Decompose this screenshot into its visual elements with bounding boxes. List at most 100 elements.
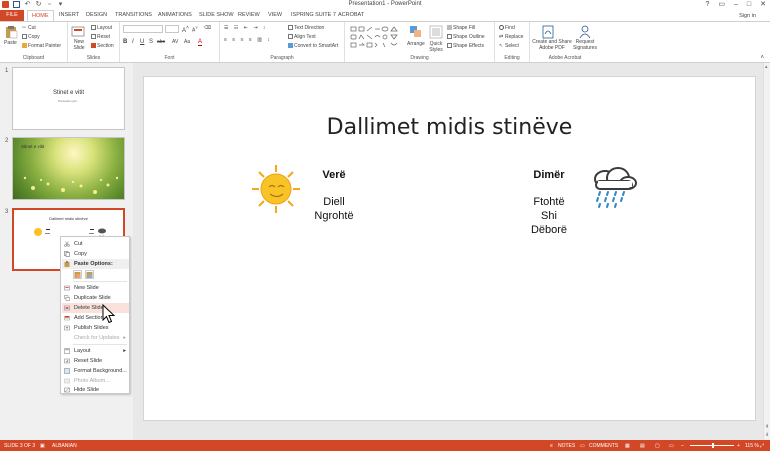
sign-in-link[interactable]: Sign in [739, 13, 756, 19]
scroll-up-icon[interactable]: ▴ [765, 64, 768, 70]
summer-item-warm[interactable]: Ngrohtë [294, 210, 374, 222]
paste-use-destination-icon[interactable] [73, 270, 82, 279]
summer-heading[interactable]: Verë [294, 169, 374, 181]
tab-design[interactable]: DESIGN [86, 12, 107, 18]
comments-button[interactable]: COMMENTS [589, 443, 618, 449]
tab-file[interactable]: FILE [0, 10, 24, 21]
char-spacing-button[interactable]: AV [172, 39, 178, 45]
arrange-button[interactable]: Arrange [407, 41, 425, 47]
replace-button[interactable]: ⇄ Replace [499, 34, 523, 40]
reading-view-icon[interactable]: ▢ [655, 443, 660, 449]
request-signatures-button[interactable]: Request Signatures [572, 39, 598, 51]
section-button[interactable]: Section [91, 43, 114, 49]
menu-cut[interactable]: Cut [62, 239, 129, 249]
quick-styles-button[interactable]: Quick Styles [427, 41, 445, 53]
tab-insert[interactable]: INSERT [59, 12, 79, 18]
font-color-button[interactable]: A [198, 39, 203, 46]
menu-publish-slides[interactable]: Publish Slides [62, 323, 129, 333]
slideshow-icon[interactable]: ▭ [669, 443, 674, 449]
bold-button[interactable]: B [123, 39, 127, 45]
language-status[interactable]: ALBANIAN [52, 443, 77, 449]
fit-slide-icon[interactable]: ⤢ [760, 443, 764, 449]
quick-styles-icon[interactable] [429, 25, 443, 39]
arrange-icon[interactable] [409, 25, 423, 39]
ribbon-display-button[interactable]: ▭ [718, 1, 725, 8]
menu-add-section[interactable]: Add Section [62, 313, 129, 323]
select-button[interactable]: ↖ Select [499, 43, 519, 49]
slide-thumbnail-1[interactable]: Stinet e vitit Prezantim për... [12, 67, 125, 130]
tab-view[interactable]: VIEW [268, 12, 282, 18]
create-pdf-icon[interactable] [541, 25, 555, 39]
menu-reset-slide[interactable]: Reset Slide [62, 356, 129, 366]
format-painter-button[interactable]: Format Painter [22, 43, 61, 49]
slide-sorter-icon[interactable]: ▤ [640, 443, 645, 449]
menu-hide-slide[interactable]: Hide Slide [62, 385, 129, 394]
convert-smartart-button[interactable]: Convert to SmartArt [288, 43, 338, 49]
shape-effects-button[interactable]: Shape Effects [447, 43, 484, 49]
paste-button[interactable]: Paste [4, 40, 17, 46]
paste-picture-icon[interactable] [85, 270, 94, 279]
clear-format-icon[interactable]: ⌫ [204, 25, 211, 31]
menu-duplicate-slide[interactable]: Duplicate Slide [62, 293, 129, 303]
shapes-gallery[interactable] [349, 25, 405, 49]
find-button[interactable]: Find [499, 25, 515, 31]
change-case-button[interactable]: Aa [184, 39, 190, 45]
winter-item-rain[interactable]: Shi [509, 210, 589, 222]
close-button[interactable]: ✕ [760, 1, 766, 8]
copy-button[interactable]: Copy [22, 34, 40, 40]
vertical-scrollbar[interactable]: ▴ ⇞ ⇟ [763, 63, 770, 440]
request-signatures-icon[interactable] [578, 25, 592, 39]
zoom-in-icon[interactable]: + [737, 443, 740, 449]
cut-button[interactable]: ✂ Cut [22, 25, 36, 31]
tab-slide-show[interactable]: SLIDE SHOW [199, 12, 234, 18]
align-buttons[interactable]: ≡ ≡ ≡ ≡ ▥ ↕ [224, 37, 272, 43]
font-name-dropdown[interactable] [123, 25, 163, 33]
menu-copy[interactable]: Copy [62, 249, 129, 259]
menu-delete-slide[interactable]: Delete Slide [62, 303, 129, 313]
next-slide-icon[interactable]: ⇟ [765, 432, 769, 438]
font-size-dropdown[interactable] [165, 25, 179, 33]
new-slide-icon[interactable] [71, 25, 85, 39]
new-slide-button[interactable]: New Slide [70, 39, 88, 51]
layout-button[interactable]: Layout [91, 25, 112, 31]
align-text-button[interactable]: Align Text [288, 34, 316, 40]
tab-transitions[interactable]: TRANSITIONS [115, 12, 152, 18]
zoom-slider-thumb[interactable] [712, 443, 714, 448]
reset-button[interactable]: Reset [91, 34, 110, 40]
tab-animations[interactable]: ANIMATIONS [158, 12, 192, 18]
shadow-button[interactable]: S [149, 39, 153, 45]
tab-acrobat[interactable]: ACROBAT [338, 12, 364, 18]
zoom-level[interactable]: 115 % [745, 443, 759, 449]
slide-title[interactable]: Dallimet midis stinëve [144, 115, 755, 140]
underline-button[interactable]: U [140, 39, 144, 45]
minimize-button[interactable]: – [734, 1, 738, 8]
paste-icon[interactable] [4, 25, 18, 39]
shape-outline-button[interactable]: Shape Outline [447, 34, 485, 40]
winter-item-cold[interactable]: Ftohtë [509, 196, 589, 208]
strikethrough-button[interactable]: abc [157, 39, 165, 45]
menu-layout[interactable]: Layout ▸ [62, 346, 129, 356]
notes-button[interactable]: NOTES [558, 443, 575, 449]
maximize-button[interactable]: □ [747, 1, 751, 8]
create-share-pdf-button[interactable]: Create and Share Adobe PDF [532, 39, 572, 51]
tab-ispring-suite[interactable]: ISPRING SUITE 7 [291, 12, 336, 18]
text-direction-button[interactable]: Text Direction [288, 25, 324, 31]
slide-thumbnail-2[interactable]: Stinet e vitit [12, 137, 125, 200]
normal-view-icon[interactable]: ▦ [625, 443, 630, 449]
italic-button[interactable]: I [132, 39, 134, 45]
shrink-font-icon[interactable]: A˅ [192, 25, 198, 34]
shape-fill-button[interactable]: Shape Fill [447, 25, 475, 31]
winter-heading[interactable]: Dimër [509, 169, 589, 181]
prev-slide-icon[interactable]: ⇞ [765, 424, 769, 430]
help-button[interactable]: ? [705, 1, 709, 8]
winter-item-snow[interactable]: Dëborë [509, 224, 589, 236]
current-slide[interactable]: Dallimet midis stinëve Verë Diell Ngroht… [143, 76, 756, 421]
bullets-buttons[interactable]: ☰ ☷ ⇤ ⇥ ↕ [224, 25, 267, 31]
zoom-out-icon[interactable]: – [681, 443, 684, 449]
proofing-icon[interactable]: ▣ [40, 443, 45, 449]
summer-item-sun[interactable]: Diell [294, 196, 374, 208]
menu-new-slide[interactable]: New Slide [62, 283, 129, 293]
collapse-ribbon-icon[interactable]: ˄ [760, 55, 764, 61]
grow-font-icon[interactable]: A˄ [182, 25, 189, 34]
menu-format-background[interactable]: Format Background... [62, 366, 129, 376]
